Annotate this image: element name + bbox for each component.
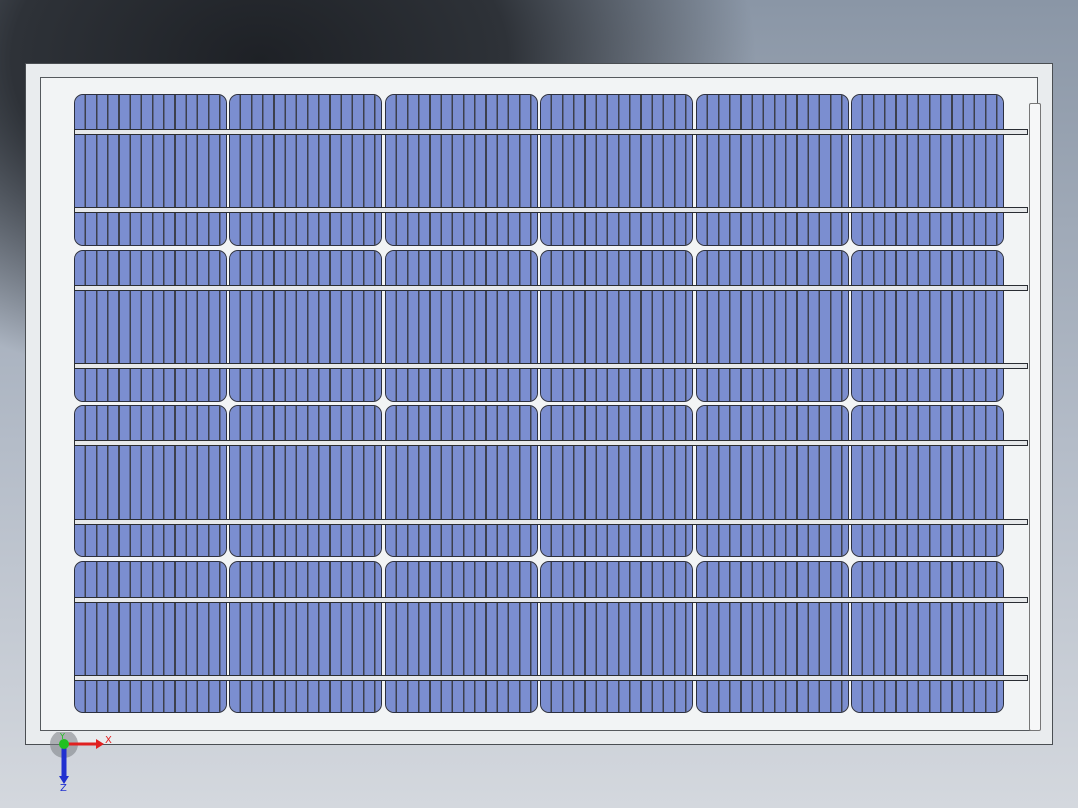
solar-cell <box>384 405 538 557</box>
solar-cell <box>384 560 538 713</box>
busbar <box>74 675 1028 681</box>
solar-cell <box>229 94 383 246</box>
busbar <box>74 519 1028 525</box>
x-axis-head <box>96 739 104 749</box>
busbar <box>74 207 1028 213</box>
x-axis-label: X <box>105 735 112 746</box>
busbar <box>74 363 1028 369</box>
solar-cell <box>695 560 849 713</box>
busbar <box>74 597 1028 603</box>
solar-cell <box>74 405 227 557</box>
solar-cell <box>74 94 227 246</box>
solar-cell <box>229 249 383 402</box>
busbar <box>74 285 1028 291</box>
panel-frame[interactable] <box>25 63 1053 745</box>
solar-cell <box>851 405 1004 557</box>
solar-cell <box>229 560 383 713</box>
busbar <box>74 129 1028 135</box>
solar-cell <box>695 405 849 557</box>
solar-cell <box>74 249 227 402</box>
y-axis-label: Y <box>59 732 65 741</box>
solar-cell <box>384 94 538 246</box>
solar-cell <box>851 249 1004 402</box>
solar-cell <box>540 560 694 713</box>
solar-cell <box>540 405 694 557</box>
model-viewport[interactable]: X Y Z <box>0 0 1078 808</box>
solar-cell <box>384 249 538 402</box>
solar-cell <box>229 405 383 557</box>
z-axis-label: Z <box>60 783 67 792</box>
panel-glass[interactable] <box>40 77 1041 731</box>
busbar <box>74 440 1028 446</box>
solar-cell <box>74 560 227 713</box>
solar-cell <box>695 94 849 246</box>
solar-cell <box>851 94 1004 246</box>
solar-cell <box>851 560 1004 713</box>
solar-cell <box>540 94 694 246</box>
solar-cell <box>540 249 694 402</box>
axis-triad[interactable]: X Y Z <box>50 732 120 792</box>
junction-strip[interactable] <box>1029 103 1041 731</box>
solar-cell <box>695 249 849 402</box>
